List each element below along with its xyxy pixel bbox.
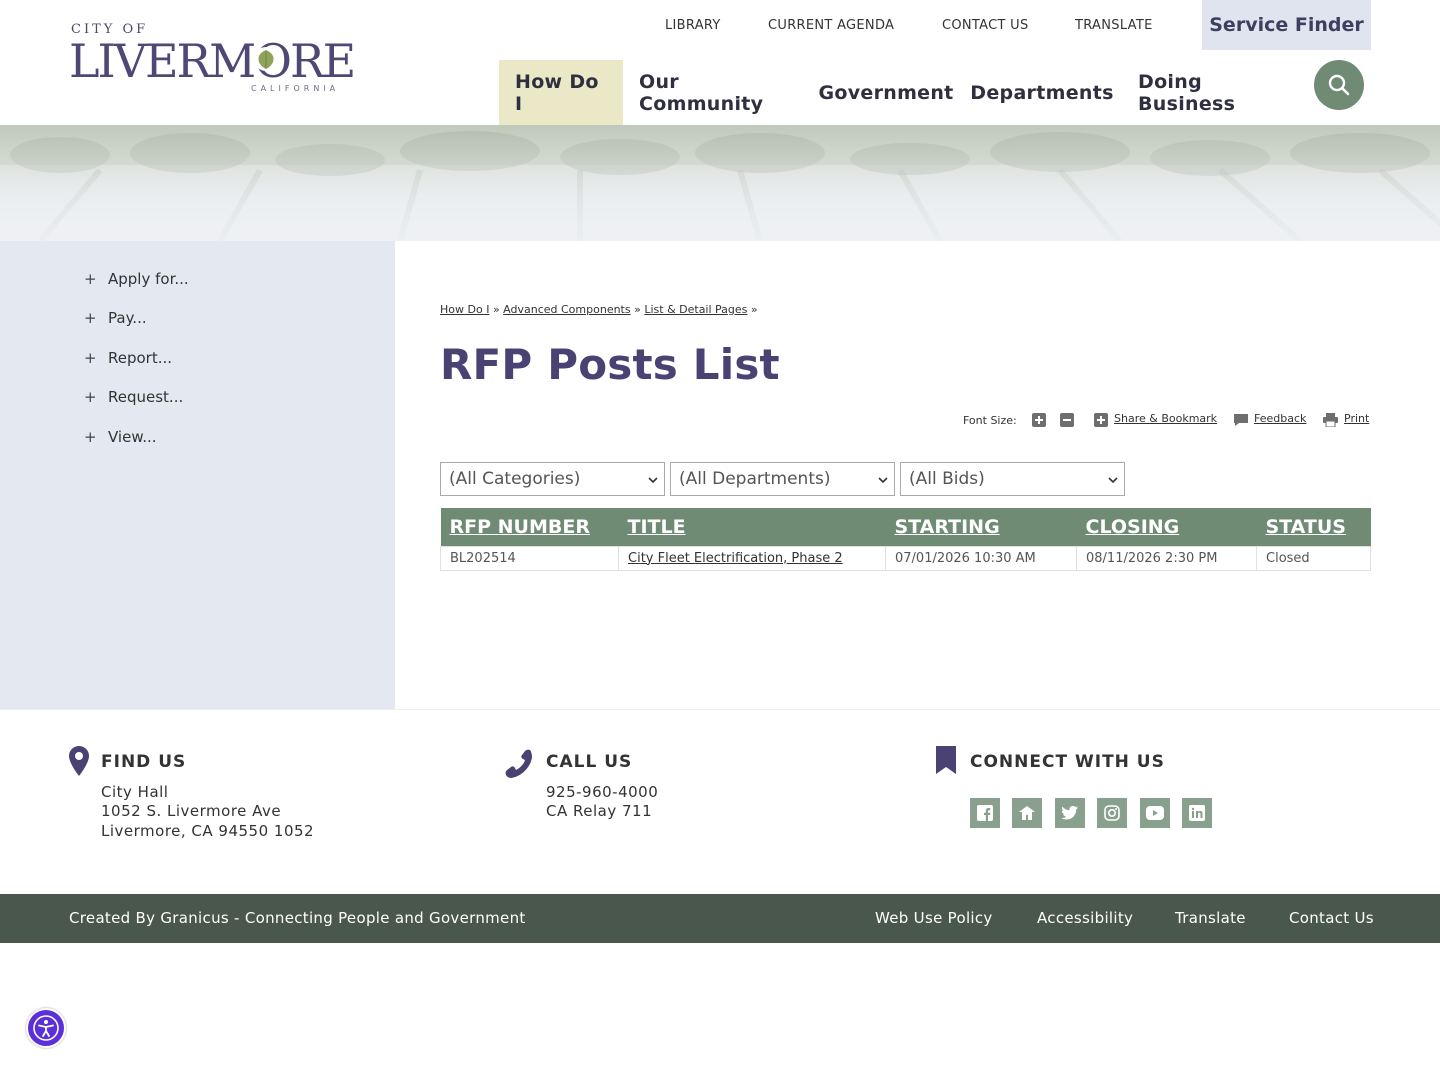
page-title: RFP Posts List xyxy=(440,340,780,389)
expand-plus-icon[interactable]: + xyxy=(84,388,108,406)
search-icon xyxy=(1328,74,1350,96)
bids-select-value: (All Bids) xyxy=(909,469,985,489)
nav-departments[interactable]: Departments xyxy=(962,60,1122,125)
utility-link-translate[interactable]: TRANSLATE xyxy=(1075,18,1153,33)
nextdoor-icon[interactable] xyxy=(1012,798,1042,828)
sidebar-item-label: Pay... xyxy=(108,309,147,327)
service-finder-button[interactable]: Service Finder xyxy=(1202,0,1371,50)
instagram-icon[interactable] xyxy=(1097,798,1127,828)
sidebar: + Apply for... + Pay... + Report... + Re… xyxy=(0,241,395,709)
facebook-icon[interactable] xyxy=(970,798,1000,828)
column-header-starting[interactable]: STARTING xyxy=(885,508,1077,546)
sidebar-item-label: Request... xyxy=(108,388,184,406)
feedback-icon[interactable] xyxy=(1233,413,1249,427)
youtube-icon[interactable] xyxy=(1140,798,1170,828)
column-header-status[interactable]: STATUS xyxy=(1256,508,1371,546)
breadcrumb-link-advanced-components[interactable]: Advanced Components xyxy=(503,303,630,316)
granicus-credit-link[interactable]: Created By Granicus - Connecting People … xyxy=(69,909,526,927)
city-logo[interactable]: CITY OF LIVERMORE CALIFORNIA xyxy=(69,20,356,100)
sidebar-item-pay[interactable]: + Pay... xyxy=(84,309,147,327)
print-icon[interactable] xyxy=(1323,413,1338,427)
sidebar-item-label: Apply for... xyxy=(108,270,189,288)
logo-state: CALIFORNIA xyxy=(251,84,340,93)
cell-starting: 07/01/2026 10:30 AM xyxy=(885,545,1077,571)
grape-leaf-icon xyxy=(254,47,278,71)
nav-doing-business[interactable]: Doing Business xyxy=(1122,60,1306,125)
phone-icon xyxy=(505,749,532,778)
sidebar-item-label: Report... xyxy=(108,349,173,367)
accessibility-person-icon xyxy=(33,1015,59,1041)
footer-link-translate[interactable]: Translate xyxy=(1175,909,1246,927)
accessibility-button[interactable] xyxy=(26,1008,66,1048)
breadcrumb-separator: » xyxy=(634,303,641,316)
breadcrumb-link-list-detail-pages[interactable]: List & Detail Pages xyxy=(644,303,747,316)
twitter-icon[interactable] xyxy=(1055,798,1085,828)
font-increase-icon[interactable] xyxy=(1032,413,1046,427)
expand-plus-icon[interactable]: + xyxy=(84,428,108,446)
find-us-line: City Hall xyxy=(101,783,169,801)
table-header-row: RFP NUMBER TITLE STARTING CLOSING STATUS xyxy=(440,508,1371,546)
nav-how-do-i[interactable]: How Do I xyxy=(499,60,623,125)
connect-heading: CONNECT WITH US xyxy=(970,752,1165,772)
breadcrumb-link-how-do-i[interactable]: How Do I xyxy=(440,303,489,316)
cell-status: Closed xyxy=(1256,545,1371,571)
bids-select[interactable]: (All Bids) xyxy=(900,462,1125,496)
department-select-value: (All Departments) xyxy=(679,469,831,489)
print-link[interactable]: Print xyxy=(1344,412,1369,425)
search-button[interactable] xyxy=(1314,60,1364,110)
linkedin-icon[interactable] xyxy=(1182,798,1212,828)
nav-government[interactable]: Government xyxy=(810,60,962,125)
category-select-value: (All Categories) xyxy=(449,469,581,489)
sidebar-item-request[interactable]: + Request... xyxy=(84,388,183,406)
chevron-down-icon xyxy=(1108,477,1118,484)
breadcrumb: How Do I » Advanced Components » List & … xyxy=(440,303,758,316)
expand-plus-icon[interactable]: + xyxy=(84,309,108,327)
find-us-heading: FIND US xyxy=(101,752,187,772)
sidebar-item-report[interactable]: + Report... xyxy=(84,349,172,367)
category-select[interactable]: (All Categories) xyxy=(440,462,665,496)
vineyard-banner-image xyxy=(0,125,1440,241)
logo-name: LIVERMORE xyxy=(69,34,356,88)
find-us-line: 1052 S. Livermore Ave xyxy=(101,802,282,820)
breadcrumb-separator: » xyxy=(492,303,500,316)
utility-link-library[interactable]: LIBRARY xyxy=(665,18,721,33)
chevron-down-icon xyxy=(648,477,658,484)
utility-link-contact-us[interactable]: CONTACT US xyxy=(942,18,1029,33)
footer-link-contact-us[interactable]: Contact Us xyxy=(1289,909,1374,927)
expand-plus-icon[interactable]: + xyxy=(84,270,108,288)
feedback-link[interactable]: Feedback xyxy=(1254,412,1306,425)
call-us-relay: CA Relay 711 xyxy=(546,802,653,820)
footer-link-accessibility[interactable]: Accessibility xyxy=(1037,909,1133,927)
share-plus-icon[interactable] xyxy=(1094,413,1108,427)
sidebar-item-label: View... xyxy=(108,428,157,446)
font-size-label: Font Size: xyxy=(963,414,1017,427)
bookmark-icon xyxy=(936,746,956,774)
nav-our-community[interactable]: Our Community xyxy=(623,60,810,125)
utility-link-current-agenda[interactable]: CURRENT AGENDA xyxy=(768,18,894,33)
column-header-rfp-number[interactable]: RFP NUMBER xyxy=(440,508,619,546)
column-header-closing[interactable]: CLOSING xyxy=(1076,508,1257,546)
breadcrumb-separator: » xyxy=(750,303,758,316)
call-us-phone[interactable]: 925-960-4000 xyxy=(546,783,658,801)
expand-plus-icon[interactable]: + xyxy=(84,349,108,367)
sidebar-item-apply[interactable]: + Apply for... xyxy=(84,270,189,288)
site-header: CITY OF LIVERMORE CALIFORNIA LIBRARY CUR… xyxy=(0,0,1440,125)
share-bookmark-link[interactable]: Share & Bookmark xyxy=(1114,412,1217,425)
map-pin-icon xyxy=(69,746,89,776)
table-row: BL202514 City Fleet Electrification, Pha… xyxy=(440,545,1371,571)
cell-closing: 08/11/2026 2:30 PM xyxy=(1076,545,1257,571)
chevron-down-icon xyxy=(878,477,888,484)
footer-link-web-use-policy[interactable]: Web Use Policy xyxy=(875,909,993,927)
sidebar-item-view[interactable]: + View... xyxy=(84,428,157,446)
rfp-table: RFP NUMBER TITLE STARTING CLOSING STATUS… xyxy=(440,508,1371,571)
cell-title-link[interactable]: City Fleet Electrification, Phase 2 xyxy=(618,545,886,571)
column-header-title[interactable]: TITLE xyxy=(618,508,886,546)
hero-banner xyxy=(0,125,1440,241)
font-decrease-icon[interactable] xyxy=(1060,413,1074,427)
department-select[interactable]: (All Departments) xyxy=(670,462,895,496)
find-us-line: Livermore, CA 94550 1052 xyxy=(101,822,315,840)
call-us-heading: CALL US xyxy=(546,752,633,772)
footer-bar: Created By Granicus - Connecting People … xyxy=(0,894,1440,943)
cell-rfp-number: BL202514 xyxy=(440,545,619,571)
